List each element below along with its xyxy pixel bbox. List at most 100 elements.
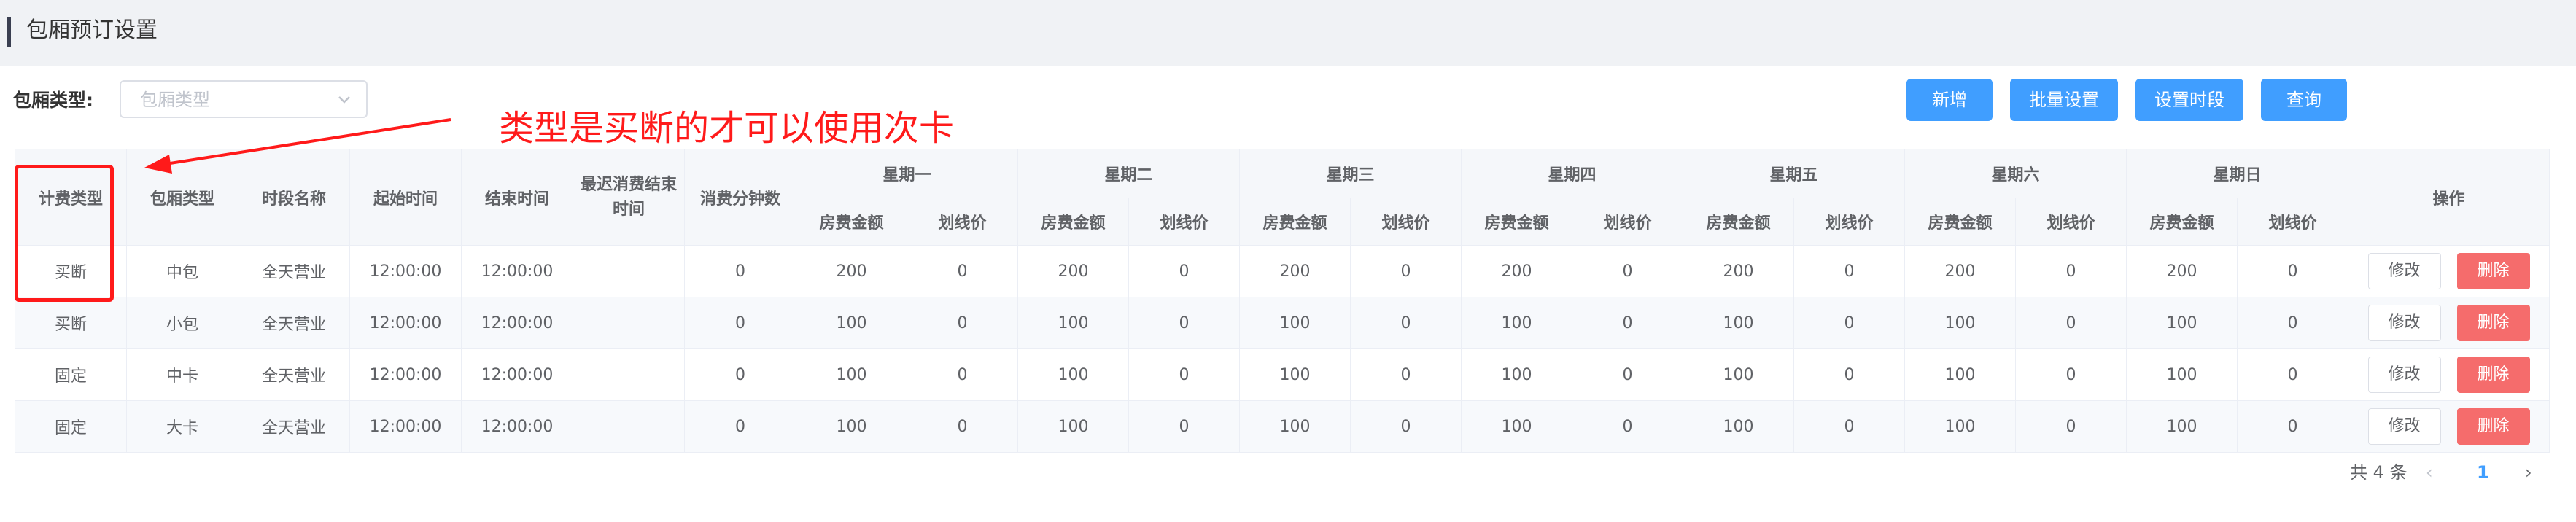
cell-billing-type: 固定 <box>15 400 127 453</box>
cell-fee: 100 <box>1461 348 1572 401</box>
cell-billing-type: 买断 <box>15 297 127 349</box>
col-period-name: 时段名称 <box>238 149 350 246</box>
cell-strike-price: 0 <box>1350 400 1462 453</box>
set-period-button[interactable]: 设置时段 <box>2135 79 2243 121</box>
row-actions: 修改 删除 <box>2349 357 2549 393</box>
edit-button[interactable]: 修改 <box>2367 408 2441 445</box>
cell-fee: 200 <box>2126 245 2238 297</box>
cell-strike-price: 0 <box>2237 400 2348 453</box>
cell-strike-price: 0 <box>2237 297 2348 349</box>
edit-button[interactable]: 修改 <box>2367 253 2441 289</box>
cell-fee: 100 <box>1683 297 1794 349</box>
edit-button[interactable]: 修改 <box>2367 305 2441 341</box>
cell-strike-price: 0 <box>1128 400 1240 453</box>
cell-strike-price: 0 <box>1128 348 1240 401</box>
cell-period-name: 全天营业 <box>238 245 350 297</box>
col-fee: 房费金额 <box>1683 198 1794 246</box>
table-row: 买断 小包 全天营业 12:00:00 12:00:00 0 100 0 100 0 100 0 100… <box>15 297 2550 349</box>
table-row: 固定 大卡 全天营业 12:00:00 12:00:00 0 100 0 100 0 100 0 100… <box>15 400 2550 453</box>
cell-billing-type: 固定 <box>15 348 127 401</box>
delete-button[interactable]: 删除 <box>2456 357 2530 393</box>
cell-strike-price: 0 <box>2015 297 2127 349</box>
col-day-wed: 星期三 <box>1239 149 1462 198</box>
col-operations: 操作 <box>2348 149 2550 246</box>
cell-minutes: 0 <box>684 245 796 297</box>
room-booking-table: 计费类型 包厢类型 时段名称 起始时间 结束时间 最迟消费结束时间 消费分钟数 … <box>15 149 2550 453</box>
col-fee: 房费金额 <box>1904 198 2016 246</box>
cell-fee: 100 <box>1017 348 1129 401</box>
pagination-next-button[interactable]: › <box>2525 456 2532 488</box>
batch-settings-button[interactable]: 批量设置 <box>2010 79 2118 121</box>
col-day-sat: 星期六 <box>1904 149 2127 198</box>
cell-strike-price: 0 <box>1350 245 1462 297</box>
table-row: 固定 中卡 全天营业 12:00:00 12:00:00 0 100 0 100 0 100 0 100… <box>15 348 2550 401</box>
cell-fee: 100 <box>1683 348 1794 401</box>
delete-button[interactable]: 删除 <box>2456 253 2530 289</box>
cell-minutes: 0 <box>684 348 796 401</box>
room-type-filter-label: 包厢类型: <box>13 90 93 111</box>
col-day-thu: 星期四 <box>1461 149 1683 198</box>
annotation-highlight-box <box>15 165 114 302</box>
col-room-type: 包厢类型 <box>126 149 238 246</box>
cell-room-type: 大卡 <box>126 400 238 453</box>
delete-button[interactable]: 删除 <box>2456 305 2530 341</box>
col-fee: 房费金额 <box>1017 198 1129 246</box>
cell-strike-price: 0 <box>907 297 1018 349</box>
room-type-select-placeholder: 包厢类型 <box>140 90 210 110</box>
cell-strike-price: 0 <box>2015 400 2127 453</box>
cell-last-end-time <box>573 348 685 401</box>
col-day-fri: 星期五 <box>1683 149 1905 198</box>
cell-last-end-time <box>573 297 685 349</box>
cell-fee: 200 <box>1461 245 1572 297</box>
cell-fee: 200 <box>1239 245 1351 297</box>
cell-fee: 200 <box>1683 245 1794 297</box>
row-actions: 修改 删除 <box>2349 305 2549 341</box>
cell-strike-price: 0 <box>1572 245 1683 297</box>
cell-fee: 100 <box>1904 400 2016 453</box>
cell-last-end-time <box>573 245 685 297</box>
delete-button[interactable]: 删除 <box>2456 408 2530 445</box>
add-button[interactable]: 新增 <box>1906 79 1993 121</box>
cell-fee: 100 <box>796 400 907 453</box>
row-actions: 修改 删除 <box>2349 253 2549 289</box>
cell-end-time: 12:00:00 <box>461 297 573 349</box>
cell-period-name: 全天营业 <box>238 400 350 453</box>
table-row: 买断 中包 全天营业 12:00:00 12:00:00 0 200 0 200 0 200 0 200… <box>15 245 2550 297</box>
col-fee: 房费金额 <box>2126 198 2238 246</box>
cell-fee: 100 <box>1017 400 1129 453</box>
col-fee: 房费金额 <box>1461 198 1572 246</box>
cell-strike-price: 0 <box>1572 400 1683 453</box>
cell-strike-price: 0 <box>907 400 1018 453</box>
cell-fee: 100 <box>1239 348 1351 401</box>
col-start-time: 起始时间 <box>349 149 462 246</box>
col-strike-price: 划线价 <box>2237 198 2348 246</box>
cell-operations: 修改 删除 <box>2348 348 2550 401</box>
cell-strike-price: 0 <box>1793 400 1905 453</box>
cell-room-type: 中卡 <box>126 348 238 401</box>
cell-last-end-time <box>573 400 685 453</box>
pagination-prev-button[interactable]: ‹ <box>2426 456 2433 488</box>
cell-room-type: 小包 <box>126 297 238 349</box>
cell-room-type: 中包 <box>126 245 238 297</box>
cell-strike-price: 0 <box>1793 348 1905 401</box>
room-type-select[interactable]: 包厢类型 <box>120 80 368 118</box>
pagination-page-1[interactable]: 1 <box>2477 456 2489 488</box>
cell-minutes: 0 <box>684 297 796 349</box>
cell-start-time: 12:00:00 <box>349 348 462 401</box>
cell-fee: 100 <box>1904 297 2016 349</box>
col-day-tue: 星期二 <box>1017 149 1240 198</box>
cell-strike-price: 0 <box>2015 348 2127 401</box>
cell-strike-price: 0 <box>1128 245 1240 297</box>
cell-fee: 100 <box>1904 348 2016 401</box>
edit-button[interactable]: 修改 <box>2367 357 2441 393</box>
cell-fee: 100 <box>2126 348 2238 401</box>
chevron-down-icon <box>338 96 350 104</box>
cell-operations: 修改 删除 <box>2348 400 2550 453</box>
cell-strike-price: 0 <box>1572 348 1683 401</box>
row-actions: 修改 删除 <box>2349 408 2549 445</box>
col-strike-price: 划线价 <box>2015 198 2127 246</box>
col-strike-price: 划线价 <box>907 198 1018 246</box>
col-strike-price: 划线价 <box>1793 198 1905 246</box>
cell-start-time: 12:00:00 <box>349 400 462 453</box>
query-button[interactable]: 查询 <box>2261 79 2347 121</box>
